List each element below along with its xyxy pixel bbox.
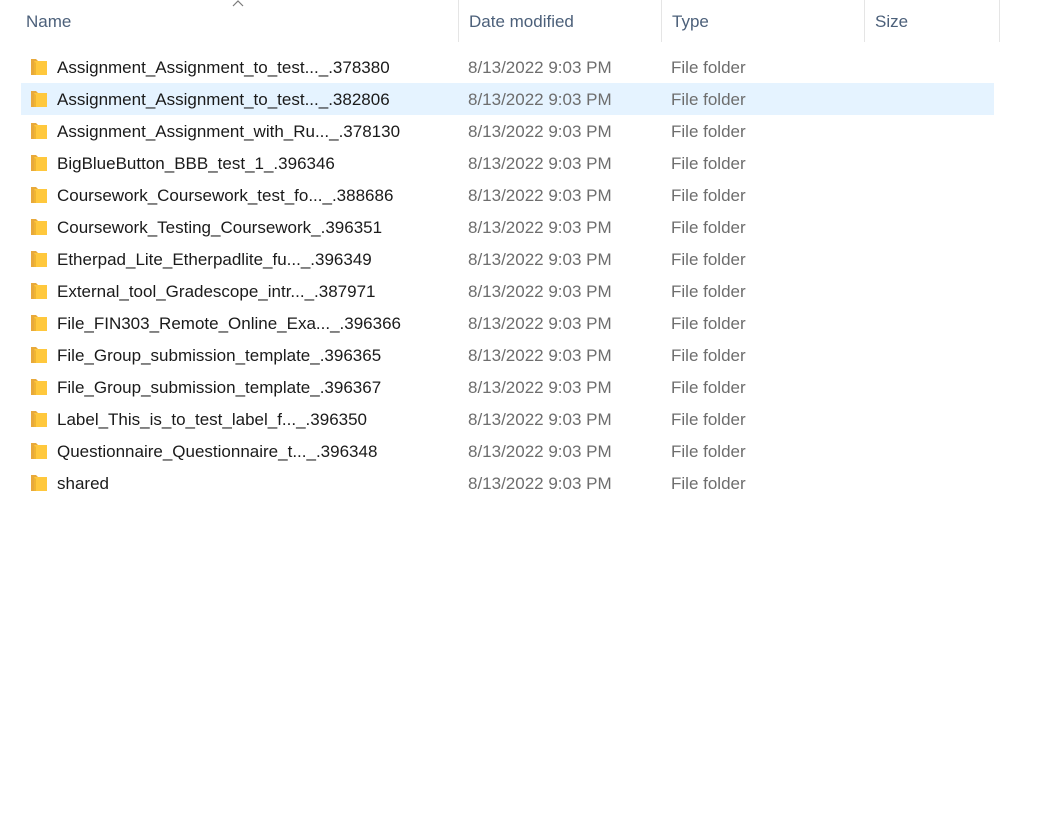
column-header-date-modified[interactable]: Date modified [458, 0, 661, 42]
folder-icon [31, 123, 47, 139]
file-list-row[interactable]: Coursework_Testing_Coursework_.396351 8/1… [0, 211, 1000, 243]
file-type: File folder [671, 282, 746, 301]
file-type: File folder [671, 378, 746, 397]
file-date-modified: 8/13/2022 9:03 PM [468, 282, 612, 301]
file-type: File folder [671, 474, 746, 493]
file-date-modified: 8/13/2022 9:03 PM [468, 314, 612, 333]
file-list-row[interactable]: File_Group_submission_template_.396367 8/… [0, 371, 1000, 403]
column-header-name-label: Name [26, 12, 72, 31]
folder-icon [31, 155, 47, 171]
file-list-row[interactable]: File_Group_submission_template_.396365 8/… [0, 339, 1000, 371]
folder-icon [31, 443, 47, 459]
file-list-row[interactable]: Label_This_is_to_test_label_f..._.396350… [0, 403, 1000, 435]
file-list-row[interactable]: File_FIN303_Remote_Online_Exa..._.396366… [0, 307, 1000, 339]
file-type: File folder [671, 154, 746, 173]
column-header-type-label: Type [672, 12, 709, 31]
file-name[interactable]: Assignment_Assignment_to_test..._.382806 [57, 83, 390, 115]
file-type: File folder [671, 122, 746, 141]
file-date-modified: 8/13/2022 9:03 PM [468, 410, 612, 429]
file-name[interactable]: Label_This_is_to_test_label_f..._.396350 [57, 403, 367, 435]
file-type: File folder [671, 250, 746, 269]
chevron-up-icon [232, 0, 244, 7]
file-date-modified: 8/13/2022 9:03 PM [468, 378, 612, 397]
file-type: File folder [671, 58, 746, 77]
file-list-row[interactable]: Assignment_Assignment_to_test..._.378380… [0, 51, 1000, 83]
file-name[interactable]: File_Group_submission_template_.396365 [57, 339, 381, 371]
folder-icon [31, 411, 47, 427]
folder-icon [31, 91, 47, 107]
file-name[interactable]: File_FIN303_Remote_Online_Exa..._.396366 [57, 307, 401, 339]
file-name[interactable]: External_tool_Gradescope_intr..._.387971 [57, 275, 376, 307]
column-header-size-label: Size [875, 12, 909, 31]
folder-icon [31, 187, 47, 203]
file-date-modified: 8/13/2022 9:03 PM [468, 474, 612, 493]
folder-icon [31, 379, 47, 395]
file-type: File folder [671, 410, 746, 429]
file-type: File folder [671, 90, 746, 109]
file-list-row[interactable]: shared 8/13/2022 9:03 PM File folder [0, 467, 1000, 499]
folder-icon [31, 59, 47, 75]
file-list-row[interactable]: Questionnaire_Questionnaire_t..._.396348… [0, 435, 1000, 467]
file-list-row[interactable]: External_tool_Gradescope_intr..._.387971… [0, 275, 1000, 307]
column-header-name[interactable]: Name [0, 0, 458, 42]
folder-icon [31, 475, 47, 491]
file-list-row[interactable]: Coursework_Coursework_test_fo..._.388686… [0, 179, 1000, 211]
file-name[interactable]: Assignment_Assignment_with_Ru..._.378130 [57, 115, 400, 147]
file-list-row[interactable]: BigBlueButton_BBB_test_1_.396346 8/13/202… [0, 147, 1000, 179]
folder-icon [31, 347, 47, 363]
file-list-row[interactable]: Assignment_Assignment_with_Ru..._.378130… [0, 115, 1000, 147]
file-date-modified: 8/13/2022 9:03 PM [468, 250, 612, 269]
file-date-modified: 8/13/2022 9:03 PM [468, 58, 612, 77]
file-name[interactable]: Coursework_Coursework_test_fo..._.388686 [57, 179, 393, 211]
file-date-modified: 8/13/2022 9:03 PM [468, 218, 612, 237]
folder-icon [31, 283, 47, 299]
file-list: Assignment_Assignment_to_test..._.378380… [0, 51, 1000, 499]
file-name[interactable]: BigBlueButton_BBB_test_1_.396346 [57, 147, 335, 179]
file-type: File folder [671, 442, 746, 461]
column-header-size[interactable]: Size [864, 0, 1000, 42]
file-type: File folder [671, 314, 746, 333]
file-name[interactable]: Coursework_Testing_Coursework_.396351 [57, 211, 382, 243]
file-date-modified: 8/13/2022 9:03 PM [468, 186, 612, 205]
column-header-date-label: Date modified [469, 12, 574, 31]
folder-icon [31, 251, 47, 267]
file-name[interactable]: Questionnaire_Questionnaire_t..._.396348 [57, 435, 377, 467]
file-date-modified: 8/13/2022 9:03 PM [468, 442, 612, 461]
folder-icon [31, 315, 47, 331]
file-name[interactable]: Assignment_Assignment_to_test..._.378380 [57, 51, 390, 83]
file-type: File folder [671, 346, 746, 365]
column-header-bar: Name Date modified Type Size [0, 0, 1000, 42]
column-header-type[interactable]: Type [661, 0, 864, 42]
file-date-modified: 8/13/2022 9:03 PM [468, 90, 612, 109]
file-date-modified: 8/13/2022 9:03 PM [468, 346, 612, 365]
folder-icon [31, 219, 47, 235]
file-list-row[interactable]: Etherpad_Lite_Etherpadlite_fu..._.396349… [0, 243, 1000, 275]
file-type: File folder [671, 218, 746, 237]
file-type: File folder [671, 186, 746, 205]
file-list-row[interactable]: Assignment_Assignment_to_test..._.382806… [0, 83, 1000, 115]
file-name[interactable]: shared [57, 467, 109, 499]
file-date-modified: 8/13/2022 9:03 PM [468, 122, 612, 141]
file-name[interactable]: File_Group_submission_template_.396367 [57, 371, 381, 403]
file-date-modified: 8/13/2022 9:03 PM [468, 154, 612, 173]
file-name[interactable]: Etherpad_Lite_Etherpadlite_fu..._.396349 [57, 243, 372, 275]
